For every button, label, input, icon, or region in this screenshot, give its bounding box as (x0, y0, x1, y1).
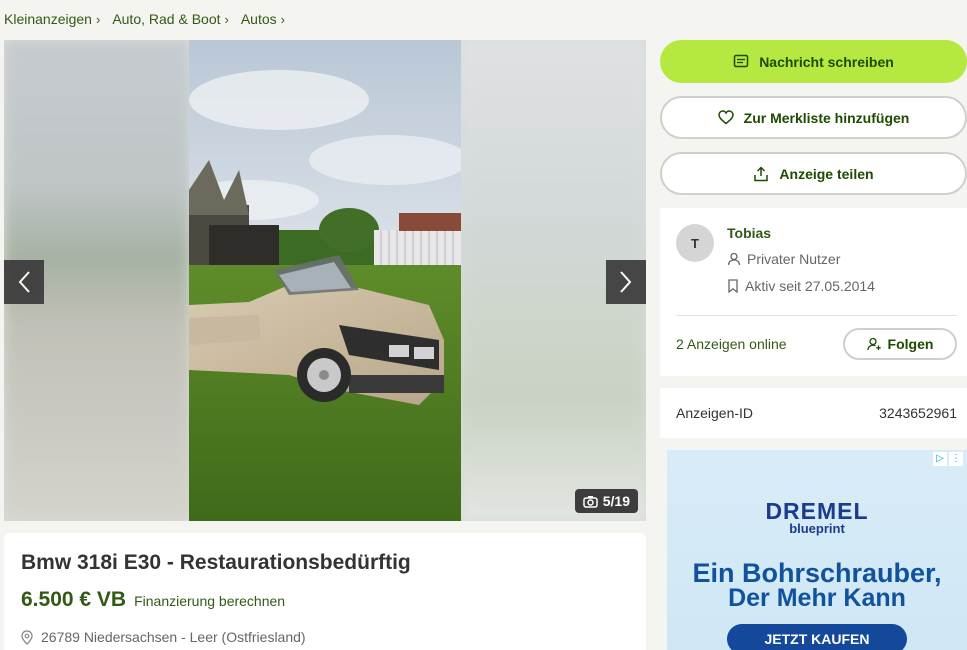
ad-choices-badge[interactable]: ▷ ⋮ (933, 452, 963, 466)
follow-label: Folgen (887, 336, 934, 352)
listing-id-card: Anzeigen-ID 3243652961 (660, 388, 967, 438)
location-pin-icon (21, 629, 33, 645)
follow-user-icon (866, 337, 881, 351)
image-counter-text: 5/19 (602, 493, 630, 509)
seller-active-since-text: Aktiv seit 27.05.2014 (745, 278, 875, 294)
bookmark-icon (728, 279, 738, 293)
seller-card: T Tobias Privater Nutzer Aktiv seit 27.0… (660, 208, 967, 376)
listing-location: 26789 Niedersachsen - Leer (Ostfriesland… (21, 629, 306, 645)
ad-brand-sub: blueprint (789, 521, 845, 536)
seller-type: Privater Nutzer (727, 251, 840, 267)
add-to-watchlist-button[interactable]: Zur Merkliste hinzufügen (660, 96, 967, 139)
listing-price: 6.500 € VB (21, 588, 127, 611)
breadcrumb: Kleinanzeigen › Auto, Rad & Boot › Autos… (4, 11, 297, 27)
breadcrumb-label: Kleinanzeigen (4, 11, 92, 27)
location-text: 26789 Niedersachsen - Leer (Ostfriesland… (41, 629, 306, 645)
financing-link[interactable]: Finanzierung berechnen (134, 593, 285, 609)
chevron-right-icon: › (95, 11, 101, 27)
share-label: Anzeige teilen (779, 165, 874, 182)
follow-button[interactable]: Folgen (843, 328, 957, 360)
chevron-left-icon (18, 271, 30, 293)
divider (676, 315, 957, 316)
seller-name-link[interactable]: Tobias (727, 225, 771, 241)
ad-choices-icon: ▷ (933, 452, 947, 466)
chevron-right-icon: › (224, 11, 229, 27)
breadcrumb-item-kleinanzeigen[interactable]: Kleinanzeigen › (4, 11, 100, 27)
listing-title: Bmw 318i E30 - Restaurationsbedürftig (21, 551, 411, 574)
send-message-label: Nachricht schreiben (759, 53, 894, 70)
listing-id-label: Anzeigen-ID (676, 405, 754, 421)
camera-icon (583, 495, 598, 508)
image-counter: 5/19 (574, 489, 638, 513)
advertisement-banner[interactable]: ▷ ⋮ DREMEL blueprint Ein Bohrschrauber, … (667, 450, 967, 650)
gallery-next-button[interactable] (606, 260, 646, 304)
heart-icon (717, 110, 734, 125)
avatar: T (676, 224, 714, 262)
car-photo-illustration (189, 40, 461, 521)
image-gallery: 5/19 (4, 40, 646, 521)
seller-ads-online-link[interactable]: 2 Anzeigen online (676, 336, 787, 352)
chevron-right-icon: › (280, 11, 285, 27)
share-icon (754, 165, 769, 181)
breadcrumb-label: Autos (240, 11, 277, 27)
ad-headline-line-2: Der Mehr Kann (728, 584, 906, 612)
watchlist-label: Zur Merkliste hinzufügen (743, 109, 910, 126)
ad-buy-now-button[interactable]: JETZT KAUFEN (727, 624, 907, 650)
breadcrumb-item-auto-rad-boot[interactable]: Auto, Rad & Boot › (112, 11, 229, 27)
chevron-right-icon (620, 271, 632, 293)
listing-summary: Bmw 318i E30 - Restaurationsbedürftig 6.… (4, 533, 646, 650)
listing-id-value: 3243652961 (879, 405, 957, 421)
user-icon (727, 252, 741, 266)
breadcrumb-item-autos[interactable]: Autos › (241, 11, 285, 27)
message-icon (733, 54, 749, 67)
listing-photo[interactable] (189, 40, 461, 521)
share-listing-button[interactable]: Anzeige teilen (660, 152, 967, 195)
send-message-button[interactable]: Nachricht schreiben (660, 40, 967, 83)
ad-more-icon: ⋮ (949, 452, 963, 466)
seller-active-since: Aktiv seit 27.05.2014 (727, 278, 875, 294)
price-row: 6.500 € VB Finanzierung berechnen (21, 588, 285, 612)
seller-type-text: Privater Nutzer (747, 251, 841, 267)
gallery-prev-button[interactable] (4, 260, 44, 304)
breadcrumb-label: Auto, Rad & Boot (112, 11, 221, 27)
